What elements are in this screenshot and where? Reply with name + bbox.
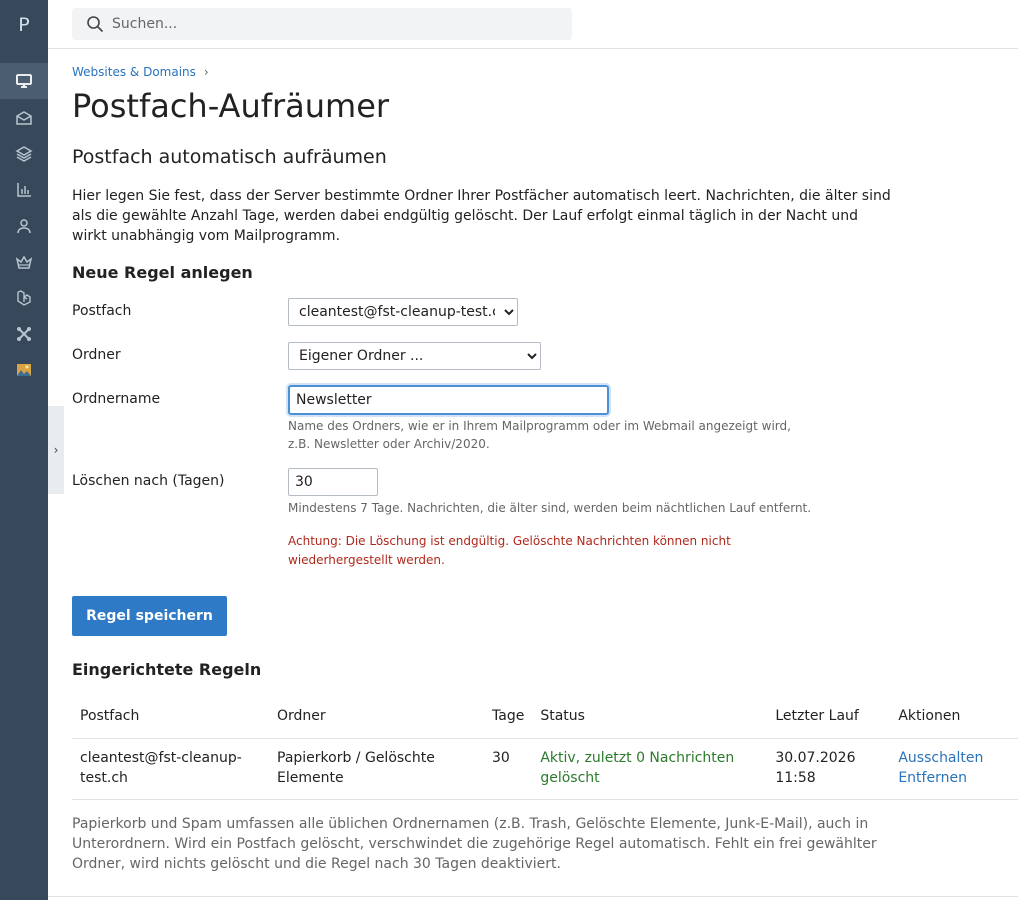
cell-actions: Ausschalten Entfernen [890,738,1018,800]
chart-icon [17,183,31,197]
image-app-icon [17,364,31,376]
nav-premium[interactable] [0,244,48,280]
breadcrumb: Websites & Domains › [72,65,209,79]
cell-days: 30 [484,738,533,800]
mail-icon [16,111,32,125]
column-header-mailbox: Postfach [72,694,269,739]
search-input[interactable] [112,16,552,32]
folder-select[interactable]: Eigener Ordner ... [288,342,541,370]
joomla-icon [17,327,31,341]
cell-mailbox: cleantest@fst-cleanup-test.ch [72,738,269,800]
mailbox-select[interactable]: cleantest@fst-cleanup-test.ch [288,298,518,326]
foldername-field [288,385,609,415]
nav-joomla[interactable] [0,316,48,352]
crown-icon [15,255,33,269]
table-header-row: Postfach Ordner Tage Status Letzter Lauf… [72,694,1018,739]
nav-image-app[interactable] [0,352,48,388]
nav-websites[interactable] [0,63,48,99]
chevron-right-icon: › [203,65,209,79]
breadcrumb-websites-domains[interactable]: Websites & Domains [72,65,196,79]
search-icon [87,16,104,33]
nav-laravel[interactable] [0,280,48,316]
page-title: Postfach-Aufräumer [72,87,390,125]
remove-rule-link[interactable]: Entfernen [898,768,1010,788]
days-input[interactable] [288,468,378,496]
rules-footnote: Papierkorb und Spam umfassen alle üblich… [72,816,877,872]
table-row: cleantest@fst-cleanup-test.ch Papierkorb… [72,738,1018,800]
mailbox-label: Postfach [72,303,132,319]
app-logo[interactable]: P [0,14,48,36]
disable-rule-link[interactable]: Ausschalten [898,748,1010,768]
user-icon [17,219,31,234]
deletion-warning: Achtung: Die Löschung ist endgültig. Gel… [288,534,731,567]
cell-last-run: 30.07.2026 11:58 [767,738,891,800]
foldername-help: Name des Ordners, wie er in Ihrem Mailpr… [288,419,791,451]
cell-status: Aktiv, zuletzt 0 Nachrichten gelöscht [532,738,768,800]
top-header [48,0,1018,49]
cell-folder: Papierkorb / Gelöschte Elemente [269,738,484,800]
days-field [288,468,378,496]
last-run-time: 11:58 [775,769,816,786]
laravel-icon [17,290,31,306]
folder-field: Eigener Ordner ... [288,342,541,370]
nav-mail[interactable] [0,100,48,136]
column-header-days: Tage [484,694,533,739]
monitor-icon [16,74,32,88]
last-run-date: 30.07.2026 [775,749,856,766]
sidebar: P [0,0,48,900]
column-header-last-run: Letzter Lauf [767,694,891,739]
days-help: Mindestens 7 Tage. Nachrichten, die älte… [288,501,812,515]
intro-text: Hier legen Sie fest, dass der Server bes… [72,188,891,244]
foldername-input[interactable] [288,385,609,415]
rules-heading: Eingerichtete Regeln [72,660,262,679]
section-title: Postfach automatisch aufräumen [72,146,387,168]
rules-table: Postfach Ordner Tage Status Letzter Lauf… [72,694,1018,800]
days-label: Löschen nach (Tagen) [72,473,225,489]
mailbox-field: cleantest@fst-cleanup-test.ch [288,298,518,326]
nav-statistics[interactable] [0,172,48,208]
nav-layers[interactable] [0,136,48,172]
save-rule-button[interactable]: Regel speichern [72,596,227,636]
folder-label: Ordner [72,347,121,363]
divider [48,896,1018,897]
sidebar-expand-handle[interactable]: › [48,406,64,494]
new-rule-heading: Neue Regel anlegen [72,263,253,282]
search-box[interactable] [72,8,572,40]
layers-icon [15,146,33,162]
nav-users[interactable] [0,208,48,244]
column-header-status: Status [532,694,768,739]
foldername-label: Ordnername [72,391,161,407]
column-header-actions: Aktionen [890,694,1018,739]
column-header-folder: Ordner [269,694,484,739]
